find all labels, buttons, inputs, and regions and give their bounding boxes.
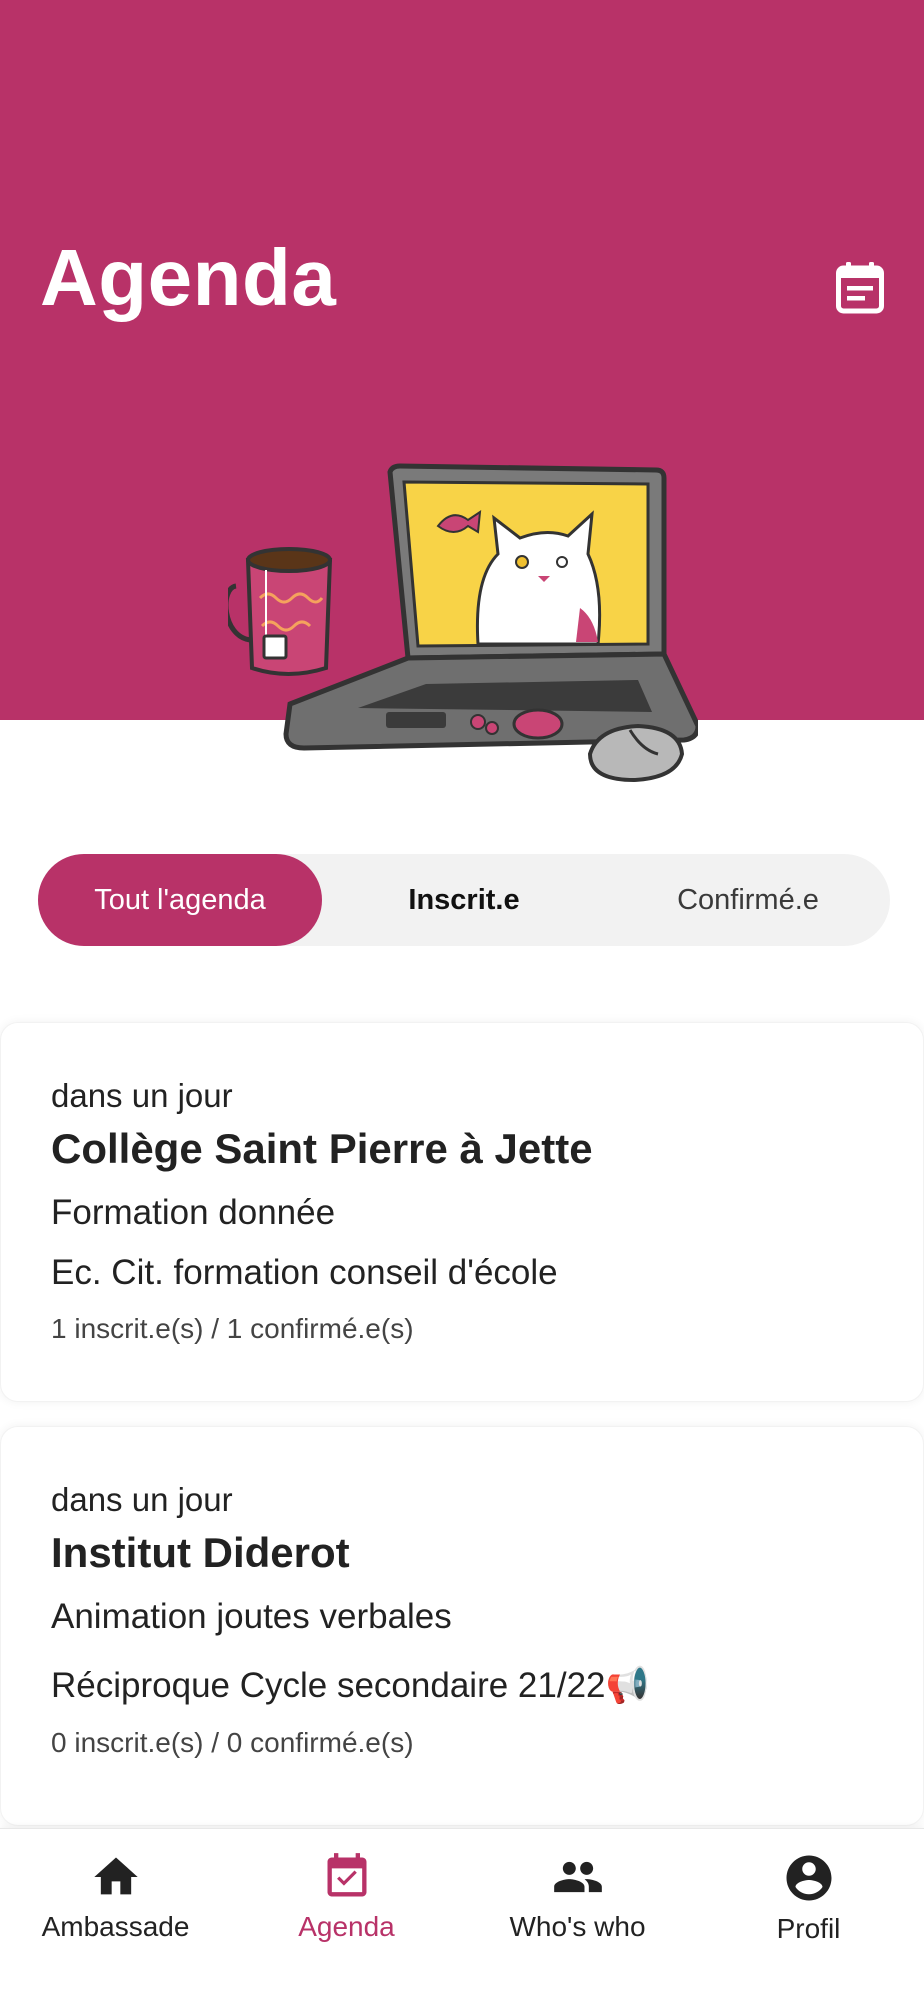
tab-confirmed[interactable]: Confirmé.e: [606, 854, 890, 946]
nav-item-label: Profil: [776, 1913, 841, 1944]
home-icon: [93, 1857, 138, 1895]
calendar-button[interactable]: [832, 258, 888, 318]
page-title: Agenda: [40, 233, 337, 322]
cat-laptop-mug-illustration: [228, 463, 698, 783]
laptop-image: [283, 463, 698, 751]
event-counts: 0 inscrit.e(s) / 0 confirmé.e(s): [51, 1727, 414, 1758]
calendar-list-icon: [836, 262, 884, 314]
nav-item-whos-who[interactable]: Who's who: [462, 1829, 693, 2000]
nav-item-label: Agenda: [298, 1911, 395, 1942]
mug-image: [228, 547, 333, 676]
event-card[interactable]: dans un jour Institut Diderot Animation …: [0, 1426, 924, 1826]
people-icon: [553, 1861, 602, 1893]
agenda-filter-tabs: Tout l'agenda Inscrit.e Confirmé.e: [38, 854, 890, 946]
tab-all-agenda[interactable]: Tout l'agenda: [38, 854, 322, 946]
mouse-image: [587, 723, 685, 783]
event-when: dans un jour: [51, 1077, 233, 1114]
event-name: Collège Saint Pierre à Jette: [51, 1125, 593, 1172]
event-type: Animation joutes verbales: [51, 1597, 452, 1636]
calendar-check-icon: [327, 1853, 366, 1897]
nav-item-label: Who's who: [509, 1911, 646, 1942]
bottom-navigation: Ambassade Agenda Who's who Profil: [0, 1828, 924, 2000]
event-subtitle: Réciproque Cycle secondaire 21/22📢: [51, 1666, 650, 1705]
event-counts: 1 inscrit.e(s) / 1 confirmé.e(s): [51, 1313, 414, 1344]
event-when: dans un jour: [51, 1481, 233, 1518]
account-circle-icon: [786, 1855, 831, 1901]
event-type: Formation donnée: [51, 1193, 336, 1232]
nav-item-profil[interactable]: Profil: [693, 1829, 924, 2000]
nav-item-agenda[interactable]: Agenda: [231, 1829, 462, 2000]
tab-registered[interactable]: Inscrit.e: [322, 854, 606, 946]
event-card[interactable]: dans un jour Collège Saint Pierre à Jett…: [0, 1022, 924, 1402]
event-subtitle: Ec. Cit. formation conseil d'école: [51, 1253, 558, 1292]
nav-item-label: Ambassade: [41, 1911, 190, 1942]
nav-item-ambassade[interactable]: Ambassade: [0, 1829, 231, 2000]
event-name: Institut Diderot: [51, 1529, 350, 1576]
